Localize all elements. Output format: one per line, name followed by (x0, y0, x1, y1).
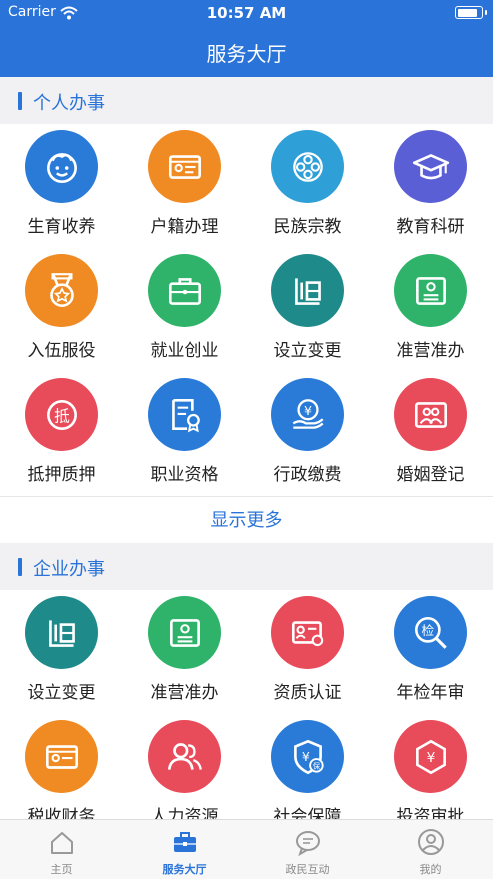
service-item-label: 设立变更 (27, 683, 96, 703)
service-item-label: 生育收养 (27, 217, 96, 237)
status-time: 10:57 AM (206, 4, 287, 22)
show-more-button[interactable]: 显示更多 (0, 496, 493, 543)
section-title-personal: 个人办事 (33, 93, 105, 114)
service-item-label: 资质认证 (273, 683, 342, 703)
tab-label: 服务大厅 (162, 863, 207, 876)
service-item-label: 教育科研 (396, 217, 465, 237)
svg-text:保: 保 (312, 761, 320, 770)
battery-icon (455, 6, 487, 19)
id-card-icon (148, 130, 221, 203)
tab-chat-bubble[interactable]: 政民互动 (246, 820, 369, 879)
service-item[interactable]: 婚姻登记 (369, 372, 492, 496)
service-item[interactable]: ¥ 行政缴费 (246, 372, 369, 496)
chat-bubble-icon (294, 828, 322, 857)
graduation-cap-icon (394, 130, 467, 203)
setup-document-icon (271, 254, 344, 327)
license-card-icon (394, 254, 467, 327)
briefcase-icon (148, 254, 221, 327)
tab-service-briefcase[interactable]: 服务大厅 (123, 820, 246, 879)
service-item-label: 准营准办 (396, 341, 465, 361)
tab-bar: 主页 服务大厅 政民互动 我的 (0, 819, 493, 879)
service-item-label: 户籍办理 (150, 217, 219, 237)
service-item-label: 民族宗教 (273, 217, 342, 237)
service-item-label: 行政缴费 (273, 465, 342, 485)
tab-label: 我的 (419, 863, 442, 876)
svg-text:检: 检 (421, 623, 434, 638)
svg-text:¥: ¥ (301, 749, 309, 764)
service-item-label: 入伍服役 (27, 341, 96, 361)
top-bar: Carrier 10:57 AM 服务大厅 (0, 0, 493, 77)
home-icon (48, 828, 76, 856)
section-header-personal: 个人办事 (0, 77, 493, 124)
service-item-label: 婚姻登记 (396, 465, 465, 485)
qualification-card-icon (271, 596, 344, 669)
section-marker (18, 558, 22, 576)
mortgage-stamp-icon: 抵 (25, 378, 98, 451)
setup-document-icon (25, 596, 98, 669)
service-item[interactable]: 生育收养 (0, 124, 123, 248)
service-item-label: 职业资格 (150, 465, 219, 485)
service-briefcase-icon (171, 828, 199, 856)
service-item[interactable]: 民族宗教 (246, 124, 369, 248)
tab-home[interactable]: 主页 (0, 820, 123, 879)
license-card-icon (148, 596, 221, 669)
knot-icon (271, 130, 344, 203)
baby-face-icon (25, 130, 98, 203)
social-security-shield-icon: ¥ 保 (271, 720, 344, 793)
svg-text:¥: ¥ (426, 750, 435, 766)
service-item-label: 抵押质押 (27, 465, 96, 485)
tab-user[interactable]: 我的 (369, 820, 492, 879)
section-marker (18, 92, 22, 110)
status-bar: Carrier 10:57 AM (0, 0, 493, 26)
service-item[interactable]: 教育科研 (369, 124, 492, 248)
service-item[interactable]: 资质认证 (246, 590, 369, 714)
service-item[interactable]: 设立变更 (246, 248, 369, 372)
service-item-label: 准营准办 (150, 683, 219, 703)
service-item[interactable]: 检年检年审 (369, 590, 492, 714)
service-item[interactable]: 入伍服役 (0, 248, 123, 372)
medal-icon (25, 254, 98, 327)
people-icon (148, 720, 221, 793)
service-item-label: 就业创业 (150, 341, 219, 361)
service-item-label: 设立变更 (273, 341, 342, 361)
section-header-enterprise: 企业办事 (0, 543, 493, 590)
service-item[interactable]: 职业资格 (123, 372, 246, 496)
section-title-enterprise: 企业办事 (33, 559, 105, 580)
service-item[interactable]: 户籍办理 (123, 124, 246, 248)
yuan-hexagon-icon: ¥ (394, 720, 467, 793)
yuan-hand-icon: ¥ (271, 378, 344, 451)
service-item[interactable]: 抵抵押质押 (0, 372, 123, 496)
svg-text:抵: 抵 (54, 406, 70, 425)
inspection-search-icon: 检 (394, 596, 467, 669)
service-item[interactable]: 就业创业 (123, 248, 246, 372)
service-item[interactable]: 准营准办 (369, 248, 492, 372)
svg-text:¥: ¥ (303, 403, 311, 418)
tab-label: 主页 (50, 863, 73, 876)
certificate-icon (148, 378, 221, 451)
tab-label: 政民互动 (285, 863, 330, 876)
service-item-label: 年检年审 (396, 683, 465, 703)
couple-photo-icon (394, 378, 467, 451)
tax-card-icon (25, 720, 98, 793)
user-icon (417, 828, 445, 856)
service-item[interactable]: 准营准办 (123, 590, 246, 714)
page-title: 服务大厅 (206, 42, 287, 66)
service-item[interactable]: 设立变更 (0, 590, 123, 714)
